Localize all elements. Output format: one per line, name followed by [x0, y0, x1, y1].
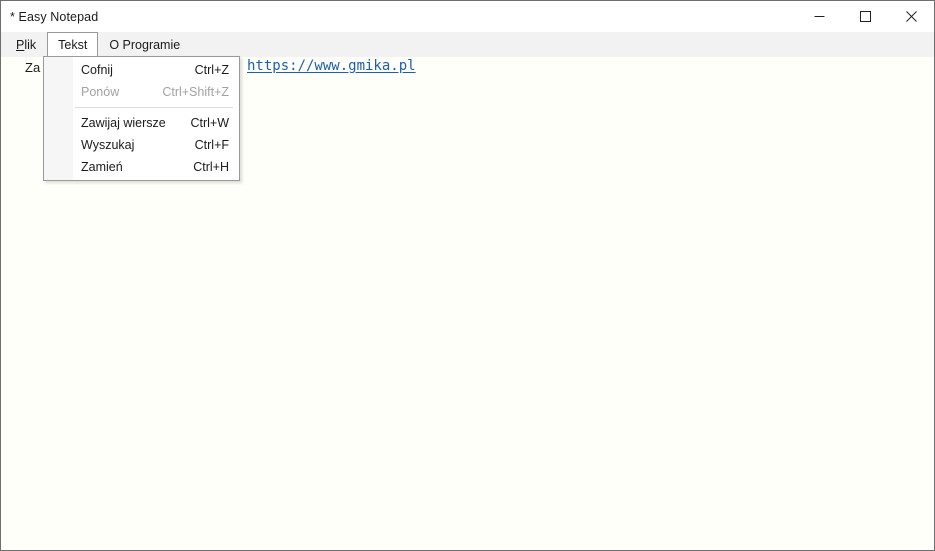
menubar-item-tekst-label: Tekst [58, 38, 88, 52]
menu-item-zamien-label: Zamień [81, 160, 123, 174]
window-title: * Easy Notepad [10, 9, 99, 24]
maximize-button[interactable] [842, 1, 888, 32]
menu-item-zawijaj-wiersze-label: Zawijaj wiersze [81, 116, 166, 130]
menu-item-zawijaj-wiersze[interactable]: Zawijaj wiersze Ctrl+W [44, 112, 239, 134]
menu-item-ponow-label: Ponów [81, 85, 120, 99]
menubar-item-plik-mnemonic: P [16, 37, 25, 52]
editor-hyperlink[interactable]: https://www.gmika.pl [247, 58, 416, 74]
close-button[interactable] [888, 1, 934, 32]
menu-item-cofnij-label: Cofnij [81, 63, 113, 77]
editor-text-prefix: Za [25, 60, 41, 75]
menu-item-zawijaj-wiersze-accel: Ctrl+W [190, 116, 229, 130]
menubar-item-plik[interactable]: Plik [5, 32, 47, 57]
title-bar: * Easy Notepad [1, 1, 934, 32]
menu-item-cofnij-accel: Ctrl+Z [194, 63, 229, 77]
maximize-icon [859, 11, 871, 22]
menu-item-zamien-accel: Ctrl+H [193, 160, 229, 174]
menubar-item-plik-label: lik [24, 37, 37, 52]
app-window: * Easy Notepad Plik Tekst O Programie Za… [0, 0, 935, 551]
close-icon [905, 11, 917, 22]
menu-separator [75, 107, 233, 108]
minimize-button[interactable] [796, 1, 842, 32]
menubar-item-o-programie[interactable]: O Programie [98, 32, 191, 57]
menu-item-ponow-accel: Ctrl+Shift+Z [162, 85, 229, 99]
menu-item-wyszukaj-accel: Ctrl+F [194, 138, 229, 152]
menubar-item-tekst[interactable]: Tekst [47, 32, 99, 58]
menu-item-cofnij[interactable]: Cofnij Ctrl+Z [44, 59, 239, 81]
menu-item-ponow: Ponów Ctrl+Shift+Z [44, 81, 239, 103]
caption-buttons [796, 1, 934, 32]
menu-bar: Plik Tekst O Programie [1, 32, 934, 58]
menu-item-zamien[interactable]: Zamień Ctrl+H [44, 156, 239, 178]
menu-item-wyszukaj-label: Wyszukaj [81, 138, 135, 152]
menubar-item-o-programie-label: O Programie [109, 37, 181, 52]
menu-item-wyszukaj[interactable]: Wyszukaj Ctrl+F [44, 134, 239, 156]
minimize-icon [814, 16, 824, 17]
tekst-dropdown-menu: Cofnij Ctrl+Z Ponów Ctrl+Shift+Z Zawijaj… [43, 56, 240, 181]
